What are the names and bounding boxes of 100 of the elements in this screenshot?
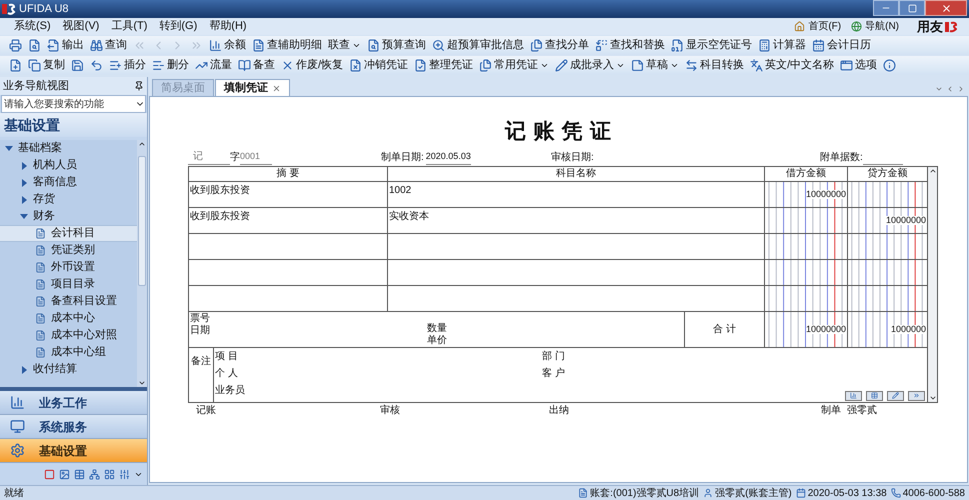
scroll-up-icon[interactable] — [138, 140, 146, 148]
tree-item[interactable]: 成本中心对照 — [0, 327, 137, 344]
module-button[interactable]: 业务工作 — [0, 391, 147, 415]
toolbar-button[interactable]: 预算查询 — [364, 37, 429, 54]
tree-item[interactable]: 外币设置 — [0, 259, 137, 276]
account-cell[interactable]: 实收资本 — [389, 210, 429, 222]
attachments-label: 附单据数: — [820, 150, 863, 164]
remark-field-label: 业务员 — [215, 384, 246, 398]
window-title: UFIDA U8 — [19, 2, 69, 17]
toolbar-button[interactable]: 查找分单 — [527, 37, 592, 54]
tree-item[interactable]: 收付结算 — [0, 361, 137, 378]
tree-item[interactable]: 成本中心组 — [0, 344, 137, 361]
insert-row-icon — [109, 59, 122, 72]
phone-icon — [890, 488, 901, 498]
logo-icon — [2, 3, 16, 15]
toolbar-button[interactable]: 冲销凭证 — [346, 57, 412, 74]
toolbar-button[interactable]: 超预算审批信息 — [429, 37, 527, 54]
chart-icon — [10, 395, 25, 410]
voucher-date[interactable]: 2020.05.03 — [426, 150, 471, 164]
grid-icon[interactable] — [104, 468, 115, 480]
toolbar-button[interactable]: 成批录入 — [552, 57, 628, 74]
tree-item[interactable]: 成本中心 — [0, 310, 137, 327]
calculator-icon — [758, 39, 771, 52]
network-icon[interactable] — [89, 468, 100, 480]
toolbar-button[interactable]: 草稿 — [628, 57, 682, 74]
summary-cell[interactable]: 收到股东投资 — [190, 184, 250, 196]
picture-icon[interactable] — [59, 468, 70, 480]
tree-item[interactable]: 客商信息 — [0, 174, 137, 191]
close-icon[interactable] — [272, 84, 281, 92]
sliders-icon[interactable] — [119, 468, 130, 480]
scroll-down-icon[interactable] — [138, 379, 146, 387]
scrollbar[interactable] — [928, 166, 938, 402]
close-button[interactable] — [925, 0, 967, 16]
toolbar-button[interactable]: 显示空凭证号 — [668, 37, 755, 54]
toolbar-button[interactable]: 流量 — [192, 57, 235, 74]
toolbar-button[interactable]: 计算器 — [755, 37, 809, 54]
toolbar-button[interactable]: 查询 — [87, 37, 130, 54]
files-icon — [530, 39, 543, 52]
info-icon — [883, 59, 896, 72]
toolbar-button[interactable]: 常用凭证 — [476, 57, 552, 74]
toolbox-button[interactable] — [866, 390, 883, 400]
tab[interactable]: 填制凭证 — [215, 79, 290, 96]
tree-item[interactable]: 备查科目设置 — [0, 293, 137, 310]
delete-row-icon — [152, 59, 165, 72]
menu-item[interactable]: 帮助(H) — [203, 18, 253, 35]
stop-icon[interactable] — [44, 468, 55, 480]
tree-item[interactable]: 存货 — [0, 191, 137, 208]
toolbar-button[interactable]: 删分 — [149, 57, 192, 74]
document-icon — [35, 296, 46, 307]
toolbar-button[interactable]: 选项 — [837, 57, 880, 74]
toolbar-button[interactable]: 备查 — [235, 57, 278, 74]
toolbox-button[interactable] — [887, 390, 904, 400]
tree-item[interactable]: 凭证类别 — [0, 242, 137, 259]
total-label: 合 计 — [713, 322, 736, 336]
toolbox-button[interactable] — [908, 390, 925, 400]
toolbar-button[interactable]: 英文/中文名称 — [747, 57, 838, 74]
section-header: 基础设置 — [0, 113, 147, 137]
tree-item[interactable]: 财务 — [0, 208, 137, 225]
top-link[interactable]: 导航(N) — [851, 19, 899, 34]
menu-item[interactable]: 视图(V) — [56, 18, 106, 35]
menu-item[interactable]: 系统(S) — [8, 18, 57, 35]
toolbar-button[interactable]: 作废/恢复 — [278, 57, 346, 74]
toolbar-button[interactable]: 插分 — [106, 57, 149, 74]
restore-button[interactable] — [899, 0, 925, 16]
toolbar-button[interactable]: 查辅助明细 — [249, 37, 325, 54]
module-button[interactable]: 系统服务 — [0, 415, 147, 439]
toolbar-button[interactable]: 查找和替换 — [592, 37, 668, 54]
ticket-label: 日期 — [190, 324, 211, 336]
account-cell[interactable]: 1002 — [389, 184, 412, 196]
tree-item[interactable]: 基础档案 — [0, 140, 137, 157]
toolbox-button[interactable] — [845, 390, 862, 400]
menu-item[interactable]: 工具(T) — [105, 18, 154, 35]
table-icon[interactable] — [74, 468, 85, 480]
module-button[interactable]: 基础设置 — [0, 439, 147, 463]
scroll-left-icon[interactable] — [946, 85, 954, 93]
tree-item[interactable]: 机构人员 — [0, 157, 137, 174]
pin-icon[interactable] — [134, 81, 144, 91]
toolbar-button[interactable]: 余额 — [206, 37, 249, 54]
scroll-right-icon[interactable] — [957, 85, 965, 93]
globe-icon — [851, 21, 862, 32]
column-header: 科目名称 — [387, 166, 764, 180]
printer-icon — [9, 39, 22, 52]
home-icon — [794, 21, 806, 32]
new-document-icon — [9, 59, 22, 72]
toolbar-button[interactable]: 整理凭证 — [411, 57, 476, 74]
toolbar-button[interactable]: 复制 — [25, 57, 68, 74]
toolbar-button[interactable]: 联查 — [325, 37, 364, 54]
toolbar-button[interactable]: 科目转换 — [682, 57, 748, 74]
toolbar-button[interactable]: 会计日历 — [809, 37, 874, 54]
voucher-number[interactable]: 0001 — [240, 150, 272, 164]
tree-item[interactable]: 会计科目 — [0, 225, 137, 242]
top-link[interactable]: 首页(F) — [794, 19, 842, 34]
search-field[interactable]: 请输入您要搜索的功能 — [1, 95, 146, 113]
summary-cell[interactable]: 收到股东投资 — [190, 210, 250, 222]
scrollbar[interactable] — [137, 140, 147, 387]
dropdown-icon[interactable] — [935, 85, 943, 93]
note-icon — [631, 59, 644, 72]
menu-item[interactable]: 转到(G) — [153, 18, 204, 35]
toolbar-button[interactable]: 输出 — [44, 37, 87, 54]
tree-item[interactable]: 项目目录 — [0, 276, 137, 293]
